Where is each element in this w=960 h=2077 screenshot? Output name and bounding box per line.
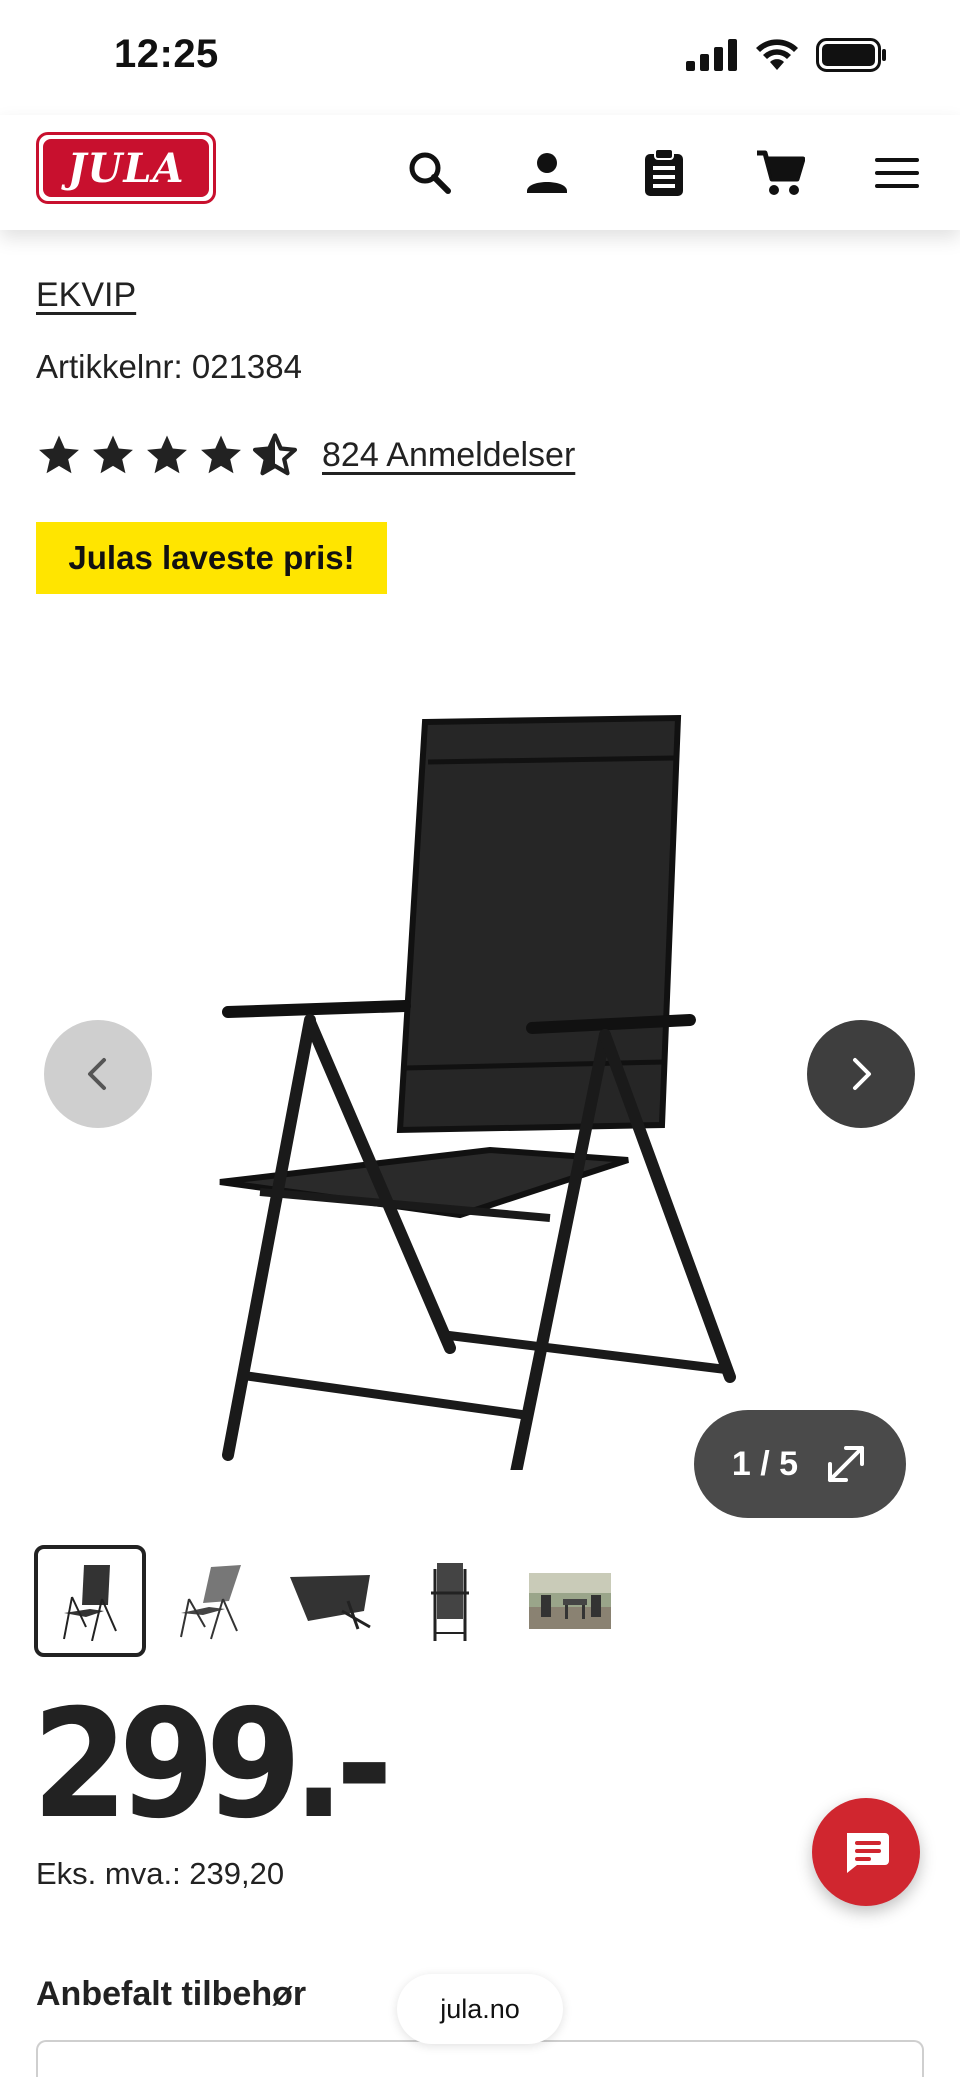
chevron-right-icon: [853, 1058, 871, 1090]
status-bar: 12:25: [0, 0, 960, 115]
thumbnail-2[interactable]: [154, 1545, 266, 1657]
signal-icon: [686, 39, 737, 71]
article-number: Artikkelnr: 021384: [36, 348, 302, 385]
thumbnail-strip: [34, 1545, 626, 1657]
site-header: JULA: [0, 115, 960, 230]
expand-icon: [828, 1446, 865, 1482]
chair-thumbnail-image: [63, 1565, 117, 1641]
chair-set-outdoor-thumbnail-image: [529, 1573, 611, 1629]
thumbnail-4[interactable]: [394, 1545, 506, 1657]
browser-url-pill[interactable]: jula.no: [397, 1974, 563, 2044]
battery-icon: [816, 38, 886, 72]
chat-button[interactable]: [812, 1798, 920, 1906]
rating-stars: [36, 432, 298, 478]
chair-folded-thumbnail-image: [431, 1563, 469, 1641]
gallery-counter: 1 / 5: [731, 1444, 799, 1483]
search-icon[interactable]: [400, 143, 460, 203]
star-icon: [201, 435, 241, 474]
clipboard-list-icon[interactable]: [634, 143, 694, 203]
chair-folded-flat-thumbnail-image: [290, 1575, 371, 1630]
gallery-next-button[interactable]: [807, 1020, 915, 1128]
user-icon[interactable]: [517, 143, 577, 203]
gallery-prev-button[interactable]: [44, 1020, 152, 1128]
status-icons: [686, 38, 888, 72]
thumbnail-1[interactable]: [34, 1545, 146, 1657]
chair-reclined-thumbnail-image: [180, 1565, 241, 1640]
reviews-link[interactable]: 824 Anmeldelser: [322, 436, 575, 475]
half-star-icon: [252, 433, 298, 476]
thumbnail-5[interactable]: [514, 1545, 626, 1657]
product-price: 299.-: [32, 1678, 393, 1852]
rating-row[interactable]: 824 Anmeldelser: [36, 432, 575, 478]
product-gallery[interactable]: 1 / 5: [0, 630, 960, 1530]
product-image-chair[interactable]: [200, 670, 760, 1470]
star-icon: [93, 435, 133, 474]
gallery-counter-fullscreen-button[interactable]: 1 / 5: [694, 1410, 906, 1518]
status-time: 12:25: [114, 32, 219, 76]
logo-text: JULA: [43, 139, 209, 197]
chat-icon: [847, 1833, 889, 1873]
wifi-icon: [756, 39, 798, 70]
price-ex-vat: Eks. mva.: 239,20: [36, 1856, 285, 1891]
cart-icon[interactable]: [750, 143, 810, 203]
menu-icon[interactable]: [867, 143, 927, 203]
recommended-accessories-heading: Anbefalt tilbehør: [36, 1975, 307, 2013]
lowest-price-badge: Julas laveste pris!: [36, 522, 387, 594]
star-icon: [39, 435, 79, 474]
star-icon: [147, 435, 187, 474]
accessory-card[interactable]: [36, 2040, 924, 2077]
chevron-left-icon: [88, 1058, 106, 1090]
thumbnail-3[interactable]: [274, 1545, 386, 1657]
brand-link[interactable]: EKVIP: [36, 276, 136, 315]
jula-logo[interactable]: JULA: [36, 132, 216, 204]
